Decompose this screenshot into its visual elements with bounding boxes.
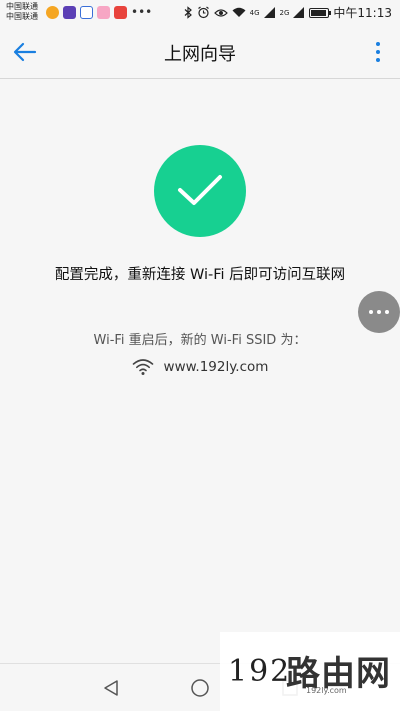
ssid-value: www.192ly.com: [163, 359, 269, 375]
baidu-icon: [80, 6, 93, 19]
notification-icons: •••: [46, 6, 152, 19]
nav-home-button[interactable]: [188, 676, 212, 700]
battery-icon: [309, 7, 332, 18]
system-status: 4G 2G 中午11:13: [184, 4, 392, 21]
status-bar: 中国联通 中国联通 ••• 4G 2G 中午11:13: [0, 0, 400, 26]
floating-menu-button[interactable]: [358, 291, 400, 333]
network-2-label: 2G: [279, 8, 290, 17]
circle-home-icon: [191, 679, 209, 697]
watermark-digits: 192: [228, 654, 292, 689]
signal-2-icon: [293, 7, 305, 18]
clock: 中午11:13: [333, 6, 392, 20]
signal-1-icon: [263, 7, 275, 18]
photo-app-icon: [97, 6, 110, 19]
triangle-back-icon: [104, 680, 118, 696]
alarm-icon: [197, 6, 209, 19]
completion-message: 配置完成，重新连接 Wi-Fi 后即可访问互联网: [54, 267, 346, 283]
eye-comfort-icon: [213, 8, 228, 17]
battery-level: [311, 9, 326, 16]
weibo-icon: [46, 6, 59, 19]
more-options-button[interactable]: [370, 40, 386, 64]
more-horizontal-icon: [369, 310, 389, 314]
more-vertical-icon: [376, 50, 380, 54]
check-icon: [178, 175, 222, 205]
more-vertical-icon: [376, 42, 380, 46]
wifi-status-icon: [232, 7, 246, 17]
carrier-label-1: 中国联通: [6, 2, 38, 11]
wifi-icon: [132, 359, 153, 375]
network-1-label: 4G: [249, 8, 260, 17]
bluetooth-icon: [184, 6, 192, 19]
app-bar: 上网向导: [0, 26, 400, 79]
more-vertical-icon: [376, 58, 380, 62]
ssid-caption: Wi-Fi 重启后，新的 Wi-Fi SSID 为：: [93, 333, 307, 348]
watermark-url: 192ly.com: [306, 686, 347, 695]
overflow-dots-icon: •••: [131, 5, 153, 19]
carrier-label-2: 中国联通: [6, 12, 38, 21]
page-title: 上网向导: [164, 44, 236, 65]
video-app-icon: [63, 6, 76, 19]
success-indicator: [154, 145, 246, 237]
nav-back-button[interactable]: [99, 676, 123, 700]
watermark: 192 路由网 192ly.com: [220, 632, 400, 711]
carrier-info: 中国联通 中国联通: [6, 2, 38, 22]
red-app-icon: [114, 6, 127, 19]
wizard-screen: 中国联通 中国联通 ••• 4G 2G 中午11:13 上网向导 配置完成，重新…: [0, 0, 400, 711]
ssid-row: www.192ly.com: [0, 358, 400, 376]
